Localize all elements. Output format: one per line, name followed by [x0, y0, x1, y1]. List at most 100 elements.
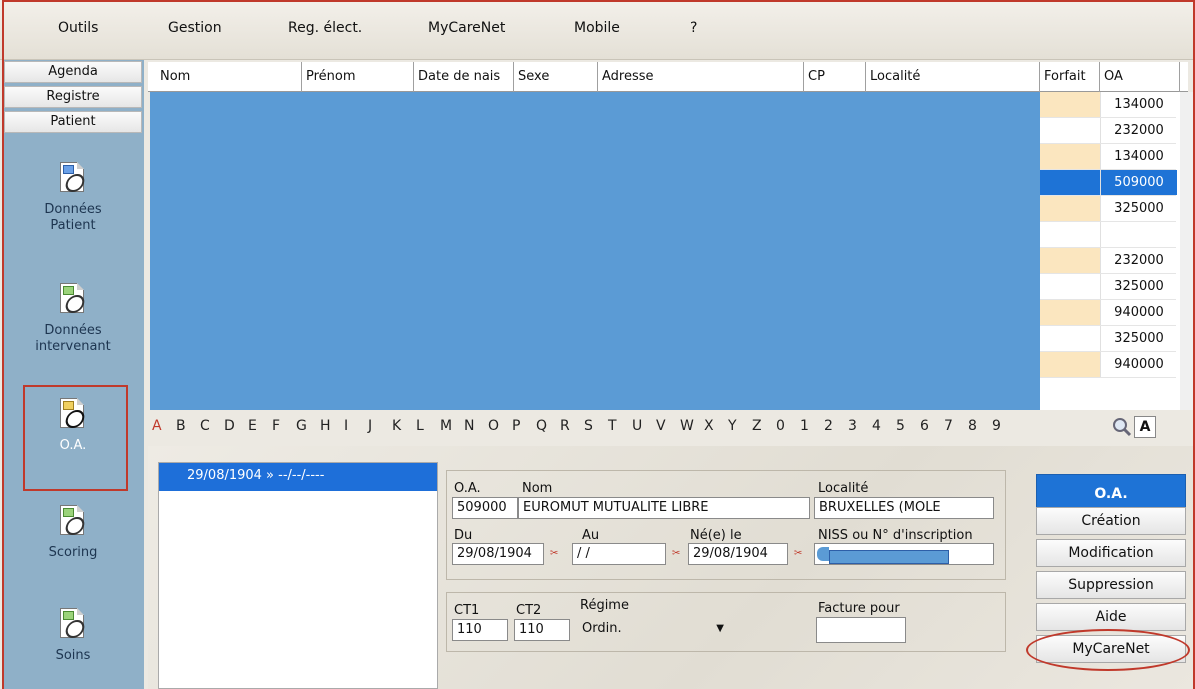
menu-mobile[interactable]: Mobile: [574, 20, 620, 36]
creation-button[interactable]: Création: [1036, 507, 1186, 535]
ct1-field[interactable]: 110: [452, 619, 508, 641]
ct2-field[interactable]: 110: [514, 619, 570, 641]
calendar-icon[interactable]: ✂: [794, 547, 804, 561]
letter-tab-m[interactable]: M: [440, 414, 452, 438]
grid-scrollbar[interactable]: [1180, 92, 1195, 410]
calendar-icon[interactable]: ✂: [672, 547, 682, 561]
letter-tab-u[interactable]: U: [632, 414, 642, 438]
letter-tab-p[interactable]: P: [512, 414, 520, 438]
letter-tab-v[interactable]: V: [656, 414, 666, 438]
letter-tab-t[interactable]: T: [608, 414, 617, 438]
menu-reg-elect[interactable]: Reg. élect.: [288, 20, 362, 36]
letter-tab-c[interactable]: C: [200, 414, 210, 438]
magnifier-icon[interactable]: [1110, 416, 1134, 438]
suppression-button[interactable]: Suppression: [1036, 571, 1186, 599]
letter-tab-0[interactable]: 0: [776, 414, 785, 438]
letter-tab-l[interactable]: L: [416, 414, 424, 438]
table-row[interactable]: [1040, 222, 1176, 248]
col-date-naissance[interactable]: Date de nais: [414, 62, 514, 92]
modification-button[interactable]: Modification: [1036, 539, 1186, 567]
niss-field[interactable]: [814, 543, 994, 565]
letter-tab-a[interactable]: A: [152, 414, 162, 438]
history-selected-item[interactable]: 29/08/1904 » --/--/----: [159, 463, 437, 491]
menu-help[interactable]: ?: [690, 20, 697, 36]
letter-tab-r[interactable]: R: [560, 414, 570, 438]
oa-field[interactable]: 509000: [452, 497, 518, 519]
nav-label: Scoring: [48, 545, 98, 560]
history-list[interactable]: [158, 462, 438, 689]
col-nom[interactable]: Nom: [156, 62, 302, 92]
letter-tab-4[interactable]: 4: [872, 414, 881, 438]
col-cp[interactable]: CP: [804, 62, 866, 92]
nav-donnees-patient[interactable]: Données Patient: [4, 162, 142, 234]
col-forfait[interactable]: Forfait: [1040, 62, 1100, 92]
font-a-button[interactable]: A: [1134, 416, 1156, 438]
col-localite[interactable]: Localité: [866, 62, 1040, 92]
letter-tab-z[interactable]: Z: [752, 414, 762, 438]
letter-tab-x[interactable]: X: [704, 414, 714, 438]
letter-tab-b[interactable]: B: [176, 414, 186, 438]
table-row[interactable]: 232000: [1040, 118, 1176, 144]
letter-tab-n[interactable]: N: [464, 414, 474, 438]
col-prenom[interactable]: Prénom: [302, 62, 414, 92]
tab-patient[interactable]: Patient: [4, 111, 142, 133]
letter-tab-s[interactable]: S: [584, 414, 593, 438]
col-adresse[interactable]: Adresse: [598, 62, 804, 92]
table-row[interactable]: 509000: [1040, 170, 1177, 196]
facture-label: Facture pour: [818, 601, 900, 616]
table-row[interactable]: 232000: [1040, 248, 1176, 274]
forfait-cell: [1040, 196, 1100, 221]
left-nav: [4, 60, 144, 689]
regime-select[interactable]: Ordin. ▼: [578, 619, 738, 641]
aide-button[interactable]: Aide: [1036, 603, 1186, 631]
letter-tab-j[interactable]: J: [368, 414, 372, 438]
table-row[interactable]: 325000: [1040, 196, 1176, 222]
letter-tab-7[interactable]: 7: [944, 414, 953, 438]
nom-field[interactable]: EUROMUT MUTUALITE LIBRE: [518, 497, 810, 519]
tab-agenda[interactable]: Agenda: [4, 61, 142, 83]
letter-tab-1[interactable]: 1: [800, 414, 809, 438]
table-row[interactable]: 940000: [1040, 300, 1176, 326]
patient-grid-body[interactable]: [150, 92, 1040, 410]
letter-tab-9[interactable]: 9: [992, 414, 1001, 438]
letter-tab-h[interactable]: H: [320, 414, 331, 438]
au-field[interactable]: / /: [572, 543, 666, 565]
letter-tab-5[interactable]: 5: [896, 414, 905, 438]
calendar-icon[interactable]: ✂: [550, 547, 560, 561]
ct2-label: CT2: [516, 603, 542, 618]
letter-tab-6[interactable]: 6: [920, 414, 929, 438]
letter-tab-2[interactable]: 2: [824, 414, 833, 438]
table-row[interactable]: 325000: [1040, 274, 1176, 300]
col-sexe[interactable]: Sexe: [514, 62, 598, 92]
facture-field[interactable]: [816, 617, 906, 643]
tab-registre[interactable]: Registre: [4, 86, 142, 108]
letter-tab-o[interactable]: O: [488, 414, 499, 438]
letter-tab-e[interactable]: E: [248, 414, 257, 438]
letter-tab-d[interactable]: D: [224, 414, 235, 438]
table-row[interactable]: 325000: [1040, 326, 1176, 352]
letter-tab-3[interactable]: 3: [848, 414, 857, 438]
du-field[interactable]: 29/08/1904: [452, 543, 544, 565]
nav-scoring[interactable]: Scoring: [4, 505, 142, 561]
dropdown-arrow-icon[interactable]: ▼: [716, 619, 724, 639]
regime-value: Ordin.: [582, 621, 622, 636]
col-oa[interactable]: OA: [1100, 62, 1180, 92]
table-row[interactable]: 134000: [1040, 92, 1176, 118]
nav-donnees-intervenant[interactable]: Données intervenant: [4, 283, 142, 355]
letter-tab-g[interactable]: G: [296, 414, 307, 438]
ne-field[interactable]: 29/08/1904: [688, 543, 788, 565]
letter-tab-k[interactable]: K: [392, 414, 401, 438]
nav-soins[interactable]: Soins: [4, 608, 142, 664]
table-row[interactable]: 940000: [1040, 352, 1176, 378]
table-row[interactable]: 134000: [1040, 144, 1176, 170]
letter-tab-f[interactable]: F: [272, 414, 280, 438]
letter-tab-w[interactable]: W: [680, 414, 694, 438]
localite-field[interactable]: BRUXELLES (MOLE: [814, 497, 994, 519]
letter-tab-y[interactable]: Y: [728, 414, 737, 438]
letter-tab-i[interactable]: I: [344, 414, 348, 438]
letter-tab-q[interactable]: Q: [536, 414, 547, 438]
menu-mycarenet[interactable]: MyCareNet: [428, 20, 505, 36]
letter-tab-8[interactable]: 8: [968, 414, 977, 438]
menu-gestion[interactable]: Gestion: [168, 20, 222, 36]
menu-outils[interactable]: Outils: [58, 20, 98, 36]
